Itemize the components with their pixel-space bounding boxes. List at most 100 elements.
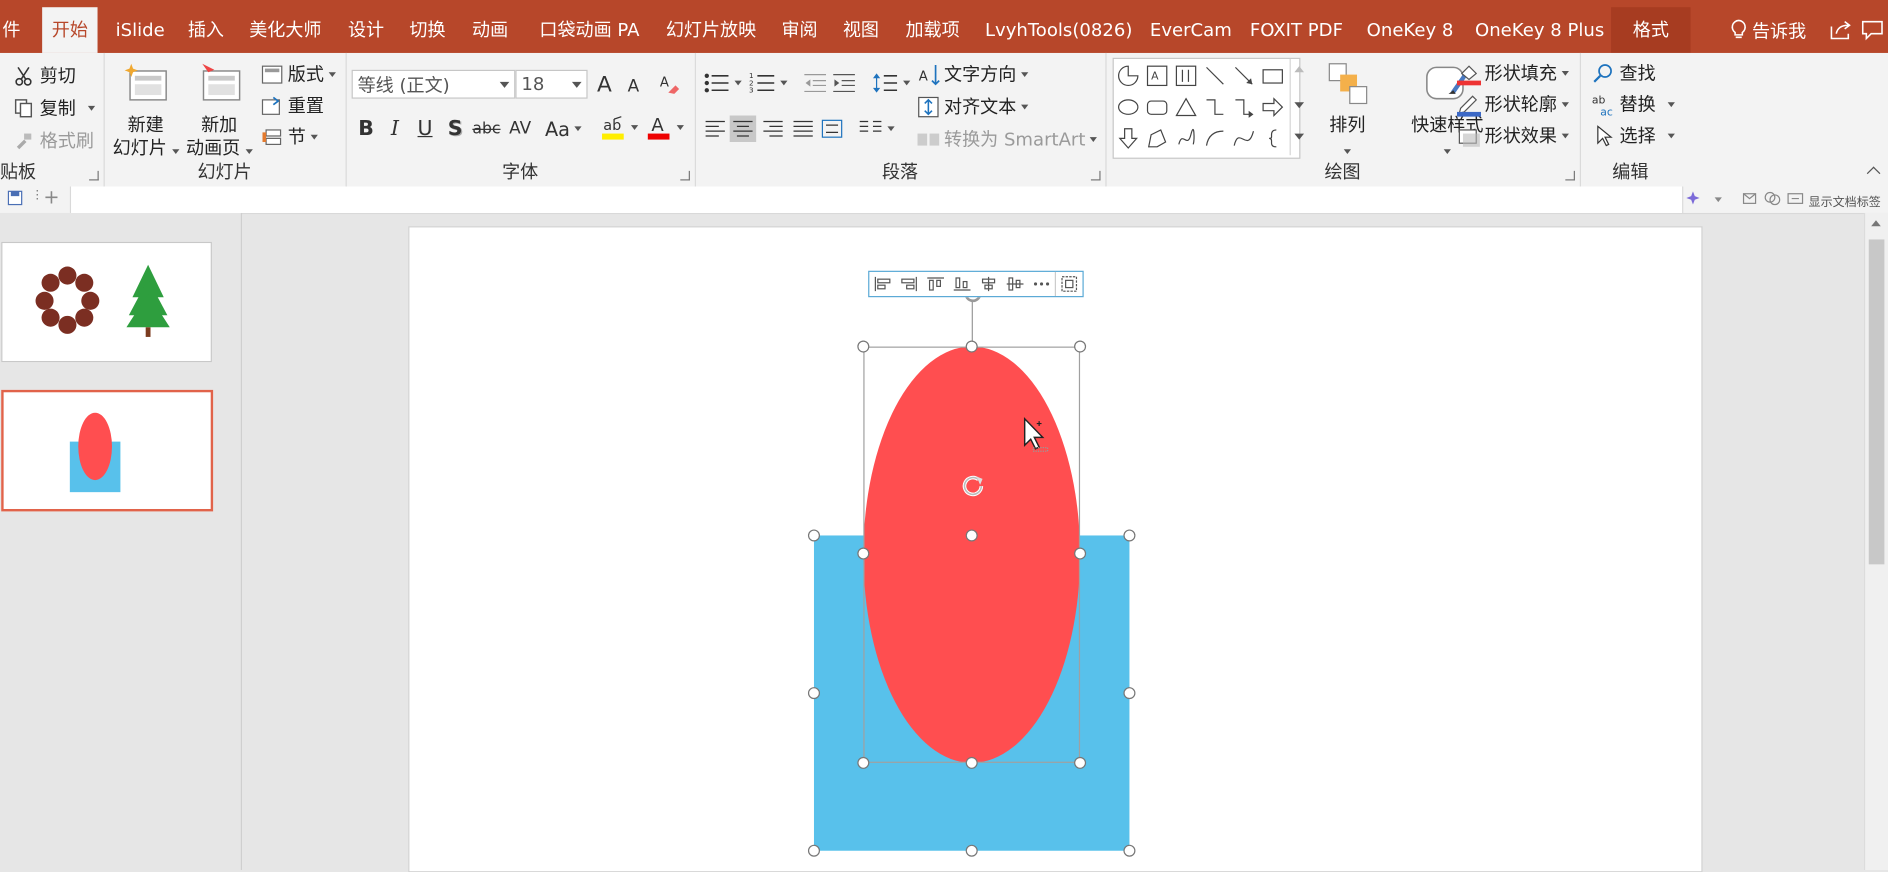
- tab-pocket-animation[interactable]: 口袋动画 PA: [530, 7, 649, 53]
- font-name-box[interactable]: 等线 (正文): [351, 69, 516, 99]
- arrange-button[interactable]: 排列: [1322, 60, 1373, 160]
- grow-font-button[interactable]: A: [591, 71, 617, 97]
- align-top-objects-icon[interactable]: [922, 272, 948, 296]
- tab-slideshow[interactable]: 幻灯片放映: [656, 7, 766, 53]
- new-animation-page-button[interactable]: 新加 动画页: [183, 60, 255, 160]
- save-icon[interactable]: [7, 190, 23, 209]
- rect-handle-bottom-left[interactable]: [807, 844, 820, 857]
- elbow-connector-icon[interactable]: [1200, 93, 1229, 122]
- align-left-button[interactable]: [702, 116, 728, 142]
- shape-fill-button[interactable]: 形状填充: [1456, 60, 1569, 85]
- copy-button[interactable]: 复制: [12, 95, 96, 120]
- highlight-button[interactable]: ab: [598, 114, 639, 140]
- tab-lvyhtools[interactable]: LvyhTools(0826): [975, 7, 1142, 53]
- underline-button[interactable]: U: [412, 116, 438, 142]
- line-spacing-button[interactable]: [871, 70, 912, 96]
- tab-insert[interactable]: 插入: [178, 7, 233, 53]
- slide-thumbnail-2[interactable]: [1, 389, 214, 512]
- cut-button[interactable]: 剪切: [12, 63, 76, 88]
- clear-formatting-button[interactable]: A: [656, 71, 682, 97]
- columns-button[interactable]: [856, 116, 897, 142]
- elbow-arrow-icon[interactable]: [1229, 93, 1258, 122]
- tab-onekey8-plus[interactable]: OneKey 8 Plus: [1465, 7, 1614, 53]
- italic-button[interactable]: I: [382, 116, 408, 142]
- strikethrough-button[interactable]: abc: [471, 116, 502, 142]
- tab-islide[interactable]: iSlide: [106, 7, 174, 53]
- pie-shape-icon[interactable]: [1114, 61, 1143, 90]
- rectangle-shape-icon[interactable]: [1258, 61, 1287, 90]
- qat-dropdown-icon[interactable]: [1714, 197, 1722, 203]
- convert-smartart-button[interactable]: 转换为 SmartArt: [916, 126, 1098, 151]
- tab-review[interactable]: 审阅: [772, 7, 827, 53]
- change-case-button[interactable]: Aa: [545, 116, 583, 142]
- tab-transitions[interactable]: 切换: [400, 7, 455, 53]
- align-left-objects-icon[interactable]: [869, 272, 895, 296]
- align-bottom-objects-icon[interactable]: [949, 272, 975, 296]
- scroll-up-icon[interactable]: [1871, 220, 1881, 227]
- tab-view[interactable]: 视图: [833, 7, 888, 53]
- rect-handle-top[interactable]: [965, 529, 978, 542]
- rect-handle-top-right[interactable]: [1123, 529, 1136, 542]
- freeform-shape-icon[interactable]: [1143, 124, 1172, 153]
- justify-button[interactable]: [790, 116, 816, 142]
- tab-file[interactable]: 件: [0, 7, 30, 53]
- oval-shape-icon[interactable]: [1114, 93, 1143, 122]
- tab-format[interactable]: 格式: [1611, 7, 1691, 53]
- tab-evercam[interactable]: EverCam: [1140, 7, 1241, 53]
- tab-beautify[interactable]: 美化大师: [240, 7, 332, 53]
- bold-button[interactable]: B: [353, 116, 379, 142]
- tell-me-box[interactable]: 告诉我: [1730, 17, 1806, 42]
- tab-home[interactable]: 开始: [42, 7, 98, 53]
- rotate-handle-center-icon[interactable]: [957, 470, 988, 506]
- magic-wand-icon[interactable]: [1685, 190, 1702, 210]
- gallery-more-icon[interactable]: [1294, 133, 1305, 140]
- rect-handle-bottom-right[interactable]: [1123, 844, 1136, 857]
- tab-design[interactable]: 设计: [338, 7, 393, 53]
- scrollbar-thumb[interactable]: [1868, 239, 1885, 565]
- replace-button[interactable]: ab ac 替换: [1592, 91, 1675, 116]
- slide-thumbnail-1[interactable]: [1, 241, 212, 363]
- select-button[interactable]: 选择: [1592, 123, 1675, 148]
- mail-icon[interactable]: [1742, 191, 1757, 209]
- drawing-launcher-icon[interactable]: [1565, 170, 1575, 181]
- shrink-font-button[interactable]: A: [620, 73, 646, 99]
- align-middle-objects-icon[interactable]: [1002, 272, 1028, 296]
- gallery-down-icon[interactable]: [1294, 102, 1305, 109]
- tab-addins[interactable]: 加载项: [896, 7, 969, 53]
- rect-handle-left[interactable]: [807, 687, 820, 700]
- shadow-button[interactable]: S: [442, 116, 468, 142]
- bullets-button[interactable]: [702, 70, 743, 96]
- tab-animations[interactable]: 动画: [462, 7, 517, 53]
- reset-button[interactable]: 重置: [260, 93, 324, 118]
- distributed-button[interactable]: [819, 116, 845, 142]
- rect-handle-right[interactable]: [1123, 687, 1136, 700]
- ellipse-handle-bottom[interactable]: [965, 756, 978, 769]
- rect-handle-bottom[interactable]: [965, 844, 978, 857]
- align-right-button[interactable]: [760, 116, 786, 142]
- text-direction-button[interactable]: A 文字方向: [916, 61, 1029, 86]
- right-arrow-icon[interactable]: [1258, 93, 1287, 122]
- decrease-indent-button[interactable]: [802, 70, 828, 96]
- show-tags-label[interactable]: 显示文档标签: [1809, 191, 1881, 209]
- tab-foxit-pdf[interactable]: FOXIT PDF: [1240, 7, 1352, 53]
- section-button[interactable]: 节: [260, 124, 318, 149]
- align-text-button[interactable]: 对齐文本: [916, 94, 1029, 119]
- vertical-textbox-icon[interactable]: [1172, 61, 1201, 90]
- arc-shape-icon[interactable]: [1200, 124, 1229, 153]
- align-center-button[interactable]: [729, 115, 757, 142]
- rect-handle-top-left[interactable]: [807, 529, 820, 542]
- increase-indent-button[interactable]: [831, 70, 857, 96]
- shapes-gallery[interactable]: A: [1112, 57, 1305, 159]
- ellipse-handle-bottom-left[interactable]: [857, 756, 870, 769]
- align-right-objects-icon[interactable]: [896, 272, 922, 296]
- new-slide-button[interactable]: 新建 幻灯片: [111, 60, 181, 160]
- collapse-ribbon-icon[interactable]: [1866, 166, 1881, 181]
- paragraph-launcher-icon[interactable]: [1090, 170, 1101, 181]
- rounded-rect-icon[interactable]: [1143, 93, 1172, 122]
- distribute-icon[interactable]: [1028, 272, 1054, 296]
- ellipse-handle-top-right[interactable]: [1074, 340, 1087, 353]
- layout-button[interactable]: 版式: [260, 61, 336, 86]
- triangle-shape-icon[interactable]: [1172, 93, 1201, 122]
- format-painter-button[interactable]: 格式刷: [12, 128, 94, 153]
- share-icon[interactable]: [1825, 14, 1856, 45]
